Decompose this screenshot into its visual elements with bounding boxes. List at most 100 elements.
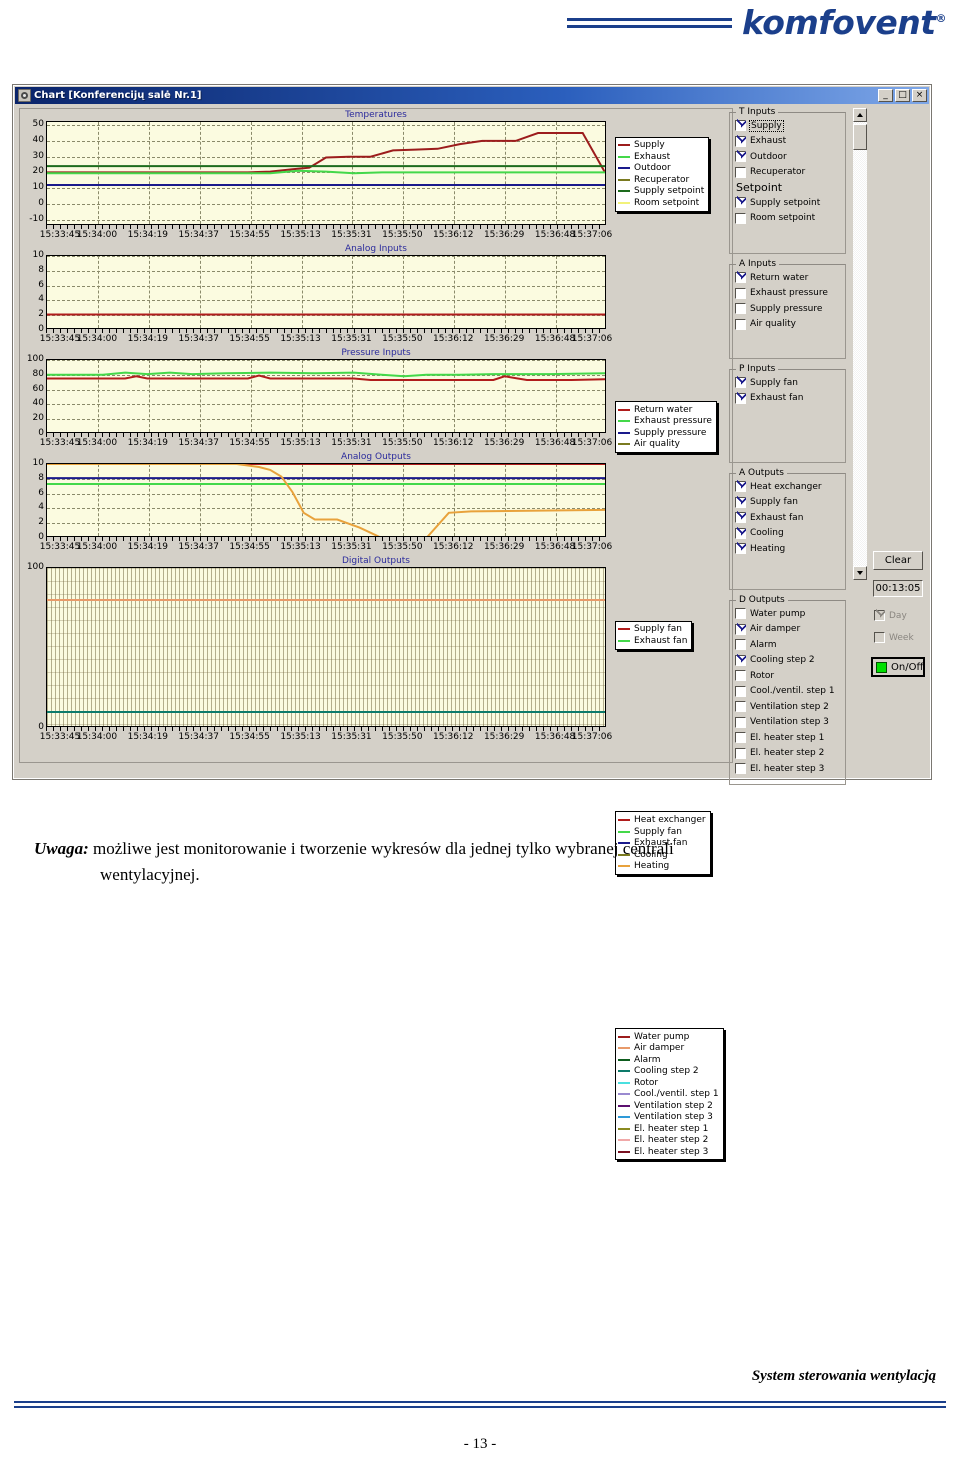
checkbox[interactable] xyxy=(735,479,746,493)
checkbox[interactable] xyxy=(735,390,746,404)
panel-scrollbar[interactable] xyxy=(853,108,867,580)
group-t-inputs: T Inputs Supply Exhaust Outdoor Recuperator S… xyxy=(729,107,846,254)
checkbox[interactable] xyxy=(735,494,746,508)
checkbox-row-el-heater-step-1[interactable]: El. heater step 1 xyxy=(730,730,845,746)
checkbox[interactable] xyxy=(735,195,746,209)
checkbox[interactable] xyxy=(735,732,746,744)
scroll-down-button[interactable] xyxy=(853,566,867,580)
checkbox-row-cool-ventil-step-1[interactable]: Cool./ventil. step 1 xyxy=(730,684,845,700)
x-tick-label: 15:34:37 xyxy=(178,334,219,344)
checkbox[interactable] xyxy=(735,510,746,524)
checkbox-row-exhaust-fan[interactable]: Exhaust fan xyxy=(730,390,845,407)
checkbox[interactable] xyxy=(735,375,746,389)
checkbox-row-alarm[interactable]: Alarm xyxy=(730,637,845,653)
checkbox-row-exhaust[interactable]: Exhaust xyxy=(730,133,845,150)
checkbox[interactable] xyxy=(735,639,746,651)
checkbox-row-el-heater-step-2[interactable]: El. heater step 2 xyxy=(730,746,845,762)
checkbox-row-air-quality[interactable]: Air quality xyxy=(730,317,845,333)
window-titlebar[interactable]: Chart [Konferencijų salė Nr.1] _ □ × xyxy=(15,87,929,104)
checkbox-row-ventilation-step-3[interactable]: Ventilation step 3 xyxy=(730,715,845,731)
chart-title: Digital Outputs xyxy=(341,556,410,566)
checkbox-row-heat-exchanger[interactable]: Heat exchanger xyxy=(730,479,845,495)
legend-color-swatch xyxy=(618,178,630,181)
checkbox-row-room-setpoint[interactable]: Room setpoint xyxy=(730,211,845,227)
checkbox[interactable] xyxy=(735,212,746,224)
minimize-button[interactable]: _ xyxy=(878,89,893,102)
x-tick-label: 15:36:12 xyxy=(433,542,474,552)
close-button[interactable]: × xyxy=(912,89,927,102)
y-tick-label: 0 xyxy=(38,722,44,732)
checkbox-row-recuperator[interactable]: Recuperator xyxy=(730,165,845,181)
checkbox-row-cooling[interactable]: Cooling xyxy=(730,525,845,542)
checkbox-label: Water pump xyxy=(750,608,806,619)
checkbox[interactable] xyxy=(735,133,746,147)
x-tick-label: 15:35:31 xyxy=(331,230,372,240)
checkbox[interactable] xyxy=(735,621,746,635)
checkbox[interactable] xyxy=(735,149,746,163)
plot-area[interactable] xyxy=(46,463,606,537)
checkbox-row-outdoor[interactable]: Outdoor xyxy=(730,149,845,165)
group-d-outputs: D Outputs Water pump Air damper Alarm Coolin… xyxy=(729,595,846,785)
checkbox[interactable] xyxy=(735,652,746,666)
x-tick-label: 15:34:00 xyxy=(76,230,118,240)
checkbox[interactable] xyxy=(735,270,746,284)
scrollbar-thumb[interactable] xyxy=(853,124,867,150)
checkbox-row-supply[interactable]: Supply xyxy=(730,118,845,134)
legend-color-swatch xyxy=(618,1070,630,1072)
legend-color-swatch xyxy=(618,167,630,170)
checkbox[interactable] xyxy=(735,541,746,555)
checkbox-row-return-water[interactable]: Return water xyxy=(730,270,845,286)
checkbox-label: Cooling xyxy=(750,528,784,539)
checkbox-row-el-heater-step-3[interactable]: El. heater step 3 xyxy=(730,761,845,777)
checkbox-row-supply-fan[interactable]: Supply fan xyxy=(730,494,845,511)
y-axis: 50 40 30 20 10 0 -10 xyxy=(20,119,46,225)
checkbox-row-ventilation-step-2[interactable]: Ventilation step 2 xyxy=(730,699,845,715)
checkbox[interactable] xyxy=(735,287,746,299)
checkbox-row-water-pump[interactable]: Water pump xyxy=(730,606,845,622)
x-tick-label: 15:34:19 xyxy=(127,542,169,552)
checkbox[interactable] xyxy=(735,716,746,728)
checkbox[interactable] xyxy=(735,525,746,539)
y-axis: 100 80 60 40 20 0 xyxy=(20,354,46,438)
x-tick-label: 15:34:00 xyxy=(76,732,118,742)
checkbox[interactable] xyxy=(735,166,746,178)
checkbox-row-rotor[interactable]: Rotor xyxy=(730,668,845,684)
maximize-button[interactable]: □ xyxy=(895,89,910,102)
checkbox[interactable] xyxy=(735,303,746,315)
checkbox-row-heating[interactable]: Heating xyxy=(730,541,845,557)
scroll-up-button[interactable] xyxy=(853,108,867,122)
checkbox-row-supply-pressure[interactable]: Supply pressure xyxy=(730,301,845,317)
checkbox-row-exhaust-fan[interactable]: Exhaust fan xyxy=(730,510,845,526)
checkbox[interactable] xyxy=(735,608,746,620)
legend-label: Exhaust xyxy=(634,151,671,162)
x-tick-label: 15:36:48 xyxy=(534,438,576,448)
checkbox[interactable] xyxy=(735,670,746,682)
checkbox-row-supply-setpoint[interactable]: Supply setpoint xyxy=(730,195,845,211)
y-tick-label: 10 xyxy=(32,182,44,193)
checkbox-row-cooling-step-2[interactable]: Cooling step 2 xyxy=(730,652,845,669)
day-checkbox-row[interactable]: Day xyxy=(869,608,929,624)
checkbox-row-exhaust-pressure[interactable]: Exhaust pressure xyxy=(730,286,845,302)
checkbox-row-supply-fan[interactable]: Supply fan xyxy=(730,375,845,391)
checkbox[interactable] xyxy=(735,763,746,775)
week-checkbox-row[interactable]: Week xyxy=(869,630,929,646)
checkbox[interactable] xyxy=(735,118,746,132)
checkbox-row-air-damper[interactable]: Air damper xyxy=(730,621,845,638)
scrollbar-track[interactable] xyxy=(853,122,867,566)
checkbox[interactable] xyxy=(735,701,746,713)
day-checkbox[interactable] xyxy=(874,608,885,622)
plot-area[interactable] xyxy=(46,255,606,329)
checkbox-label: Supply xyxy=(749,119,784,132)
checkbox[interactable] xyxy=(735,685,746,697)
plot-area[interactable] xyxy=(46,121,606,225)
checkbox[interactable] xyxy=(735,318,746,330)
checkbox[interactable] xyxy=(735,747,746,759)
clear-button[interactable]: Clear xyxy=(873,551,923,570)
legend-color-swatch xyxy=(618,155,630,158)
x-tick-label: 15:35:13 xyxy=(280,334,321,344)
plot-area[interactable] xyxy=(46,567,606,727)
week-checkbox[interactable] xyxy=(874,632,885,644)
plot-area[interactable] xyxy=(46,359,606,433)
y-tick-label: 2 xyxy=(38,517,44,528)
on-off-button[interactable]: On/Off xyxy=(871,657,925,677)
